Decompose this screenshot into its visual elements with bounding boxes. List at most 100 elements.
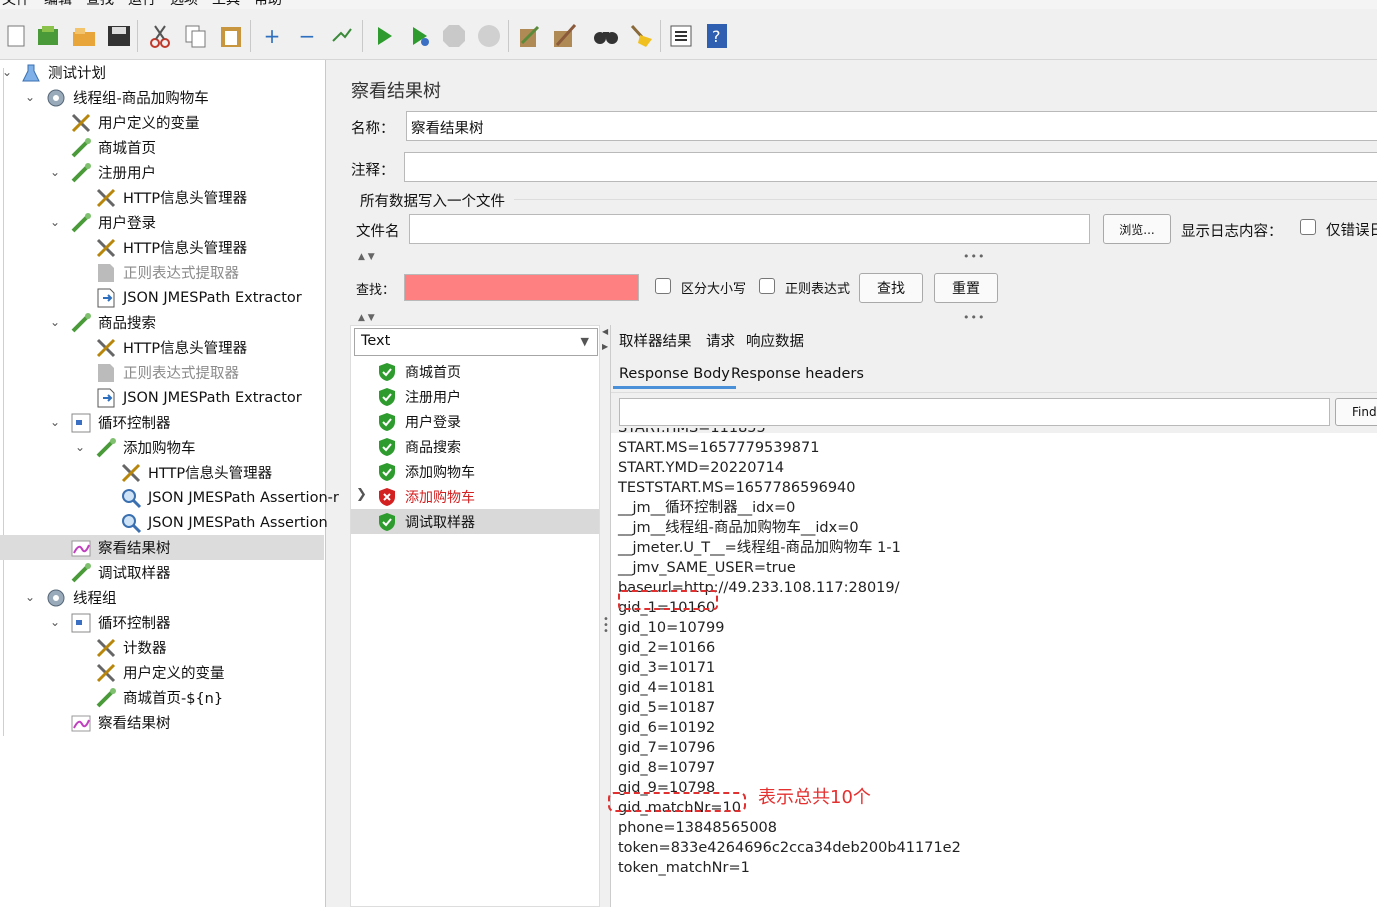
tree-node-json-extractor[interactable]: JSON JMESPath Extractor: [95, 385, 302, 410]
tree-node-json-assertion-r[interactable]: JSON JMESPath Assertion-r: [120, 485, 339, 510]
tree-node-loop-controller[interactable]: ⌄ 循环控制器: [50, 610, 171, 635]
tree-node-thread-group[interactable]: ⌄ 线程组: [25, 585, 117, 610]
menu-tools[interactable]: 工具: [212, 0, 240, 9]
tree-node-header-manager[interactable]: HTTP信息头管理器: [95, 185, 247, 210]
tree-node-view-results-selected[interactable]: 察看结果树: [70, 535, 171, 560]
chevron-down-icon[interactable]: ⌄: [48, 165, 62, 179]
tree-node-json-assertion[interactable]: JSON JMESPath Assertion: [120, 510, 328, 535]
regex-checkbox[interactable]: [759, 278, 775, 294]
menu-edit[interactable]: 编辑: [44, 0, 72, 9]
clear-icon[interactable]: [515, 22, 543, 50]
tab-response-body[interactable]: Response Body: [613, 366, 736, 389]
response-search-input[interactable]: [619, 398, 1330, 426]
result-item[interactable]: 用户登录: [351, 409, 599, 434]
search-field[interactable]: [404, 274, 639, 301]
tree-node-home[interactable]: 商城首页: [70, 135, 156, 160]
tree-node-home-n[interactable]: 商城首页-${n}: [95, 685, 223, 710]
shutdown-icon[interactable]: [475, 22, 503, 50]
chevron-down-icon[interactable]: ⌄: [48, 315, 62, 329]
templates-icon[interactable]: [35, 22, 63, 50]
result-item-selected[interactable]: 调试取样器: [351, 509, 599, 534]
start-icon[interactable]: [370, 22, 398, 50]
tree-node-regex-extractor[interactable]: 正则表达式提取器: [95, 360, 239, 385]
tree-node-view-results[interactable]: 察看结果树: [70, 710, 171, 735]
tree-node-counter[interactable]: 计数器: [95, 635, 167, 660]
collapse-arrows[interactable]: ▲ ▼: [358, 252, 375, 262]
renderer-select[interactable]: Text ▼: [354, 328, 598, 356]
browse-button[interactable]: 浏览...: [1103, 214, 1171, 244]
tab-response-headers[interactable]: Response headers: [725, 366, 870, 386]
menu-help[interactable]: 帮助: [254, 0, 282, 9]
tree-node-user-vars[interactable]: 用户定义的变量: [95, 660, 225, 685]
find-button[interactable]: 查找: [859, 273, 923, 303]
stop-icon[interactable]: [440, 22, 468, 50]
chevron-right-icon[interactable]: ❯: [356, 487, 367, 502]
tree-node-debug-sampler[interactable]: 调试取样器: [70, 560, 171, 585]
result-item[interactable]: 添加购物车: [351, 459, 599, 484]
response-find-button[interactable]: Find: [1335, 398, 1377, 426]
chevron-down-icon[interactable]: ⌄: [23, 590, 37, 604]
comment-field[interactable]: [404, 152, 1377, 182]
chevron-down-icon[interactable]: ⌄: [48, 215, 62, 229]
chevron-down-icon[interactable]: ⌄: [73, 440, 87, 454]
toolbar: + − ?: [0, 10, 1377, 60]
case-sensitive-checkbox[interactable]: [655, 278, 671, 294]
tab-sampler-result[interactable]: 取样器结果: [619, 330, 692, 355]
name-label: 名称：: [351, 121, 395, 137]
reset-button[interactable]: 重置: [934, 273, 998, 303]
help-icon[interactable]: ?: [703, 22, 731, 50]
tab-response-data[interactable]: 响应数据: [746, 330, 808, 358]
menu-file[interactable]: 文件: [2, 0, 30, 9]
result-item[interactable]: 商城首页: [351, 359, 599, 384]
menu-run[interactable]: 运行: [128, 0, 156, 9]
collapse-icon[interactable]: −: [293, 22, 321, 50]
open-icon[interactable]: [70, 22, 98, 50]
splitter-handle[interactable]: •••: [963, 250, 985, 263]
expand-icon[interactable]: +: [258, 22, 286, 50]
tree-node-header-manager[interactable]: HTTP信息头管理器: [95, 235, 247, 260]
clear-all-icon[interactable]: [550, 22, 578, 50]
vertical-splitter[interactable]: ◀ ▶ • • •: [600, 325, 610, 907]
search-icon[interactable]: [592, 22, 620, 50]
function-helper-icon[interactable]: [667, 22, 695, 50]
tree-node-thread-group-cart[interactable]: ⌄ 线程组-商品加购物车: [25, 85, 209, 110]
tree-node-register[interactable]: ⌄ 注册用户: [50, 160, 156, 185]
tree-node-user-vars[interactable]: 用户定义的变量: [70, 110, 200, 135]
tree-node-header-manager[interactable]: HTTP信息头管理器: [95, 335, 247, 360]
wrench-icon: [120, 462, 142, 484]
tree-node-test-plan[interactable]: ⌄ 测试计划: [2, 60, 106, 85]
tree-node-json-extractor[interactable]: JSON JMESPath Extractor: [95, 285, 302, 310]
result-item[interactable]: 注册用户: [351, 384, 599, 409]
cut-icon[interactable]: [146, 22, 174, 50]
magnifier-icon: [120, 512, 142, 534]
name-field[interactable]: 察看结果树: [406, 111, 1377, 141]
tree-node-regex-extractor[interactable]: 正则表达式提取器: [95, 260, 239, 285]
chevron-down-icon[interactable]: ⌄: [48, 615, 62, 629]
reset-search-icon[interactable]: [627, 22, 655, 50]
splitter-handle[interactable]: •••: [963, 311, 985, 324]
new-icon[interactable]: [2, 22, 30, 50]
start-no-pause-icon[interactable]: [405, 22, 433, 50]
menu-options[interactable]: 选项: [170, 0, 198, 9]
paste-icon[interactable]: [217, 22, 245, 50]
response-line: __jm__线程组-商品加购物车__idx=0: [618, 520, 859, 536]
chevron-down-icon[interactable]: ⌄: [48, 415, 62, 429]
chevron-down-icon[interactable]: ⌄: [23, 90, 37, 104]
copy-icon[interactable]: [182, 22, 210, 50]
toggle-icon[interactable]: [328, 22, 356, 50]
tree-node-login[interactable]: ⌄ 用户登录: [50, 210, 156, 235]
tree-node-product-search[interactable]: ⌄ 商品搜索: [50, 310, 156, 335]
tree-node-add-cart[interactable]: ⌄ 添加购物车: [75, 435, 196, 460]
errors-only-checkbox[interactable]: [1300, 219, 1316, 235]
tab-request[interactable]: 请求: [706, 330, 735, 355]
menu-search[interactable]: 查找: [86, 0, 114, 9]
chevron-down-icon[interactable]: ⌄: [0, 65, 14, 79]
response-line: gid_2=10166: [618, 640, 716, 656]
result-item-error[interactable]: ❯ 添加购物车: [351, 484, 599, 509]
tree-node-loop-controller[interactable]: ⌄ 循环控制器: [50, 410, 171, 435]
save-icon[interactable]: [105, 22, 133, 50]
result-item[interactable]: 商品搜索: [351, 434, 599, 459]
tree-node-header-manager[interactable]: HTTP信息头管理器: [120, 460, 272, 485]
filename-field[interactable]: [409, 214, 1090, 244]
collapse-arrows[interactable]: ▲ ▼: [358, 313, 375, 323]
